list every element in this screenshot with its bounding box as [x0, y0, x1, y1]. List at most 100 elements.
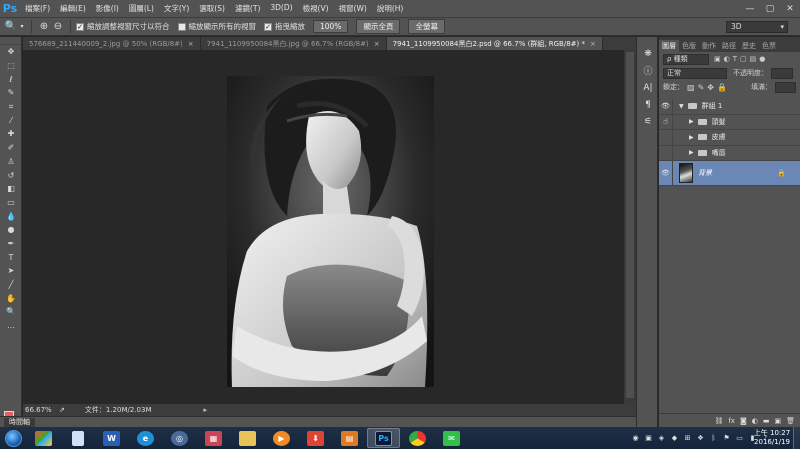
layer-group[interactable]: ▶ 嘴唇 — [659, 145, 800, 161]
menu-item[interactable]: 3D(D) — [265, 3, 297, 14]
gradient-tool-icon[interactable]: ▭ — [0, 196, 22, 210]
type-tool-icon[interactable]: T — [0, 250, 22, 264]
lock-image-icon[interactable]: ✎ — [698, 83, 705, 92]
pixel-filter-icon[interactable]: ▣ — [714, 55, 721, 63]
fill-screen-button[interactable]: 全螢幕 — [408, 19, 445, 34]
new-layer-icon[interactable]: ▣ — [774, 417, 781, 425]
close-tab-icon[interactable]: × — [590, 40, 596, 48]
resize-windows-checkbox[interactable]: ✓ 縮放調整視窗尺寸以符合 — [76, 21, 170, 32]
tab-paths[interactable]: 路徑 — [719, 40, 739, 52]
expand-right-icon[interactable]: ▶ — [689, 134, 694, 141]
eye-hidden-slot[interactable] — [659, 129, 673, 145]
character-icon[interactable]: A| — [637, 79, 659, 96]
marquee-tool-icon[interactable]: ⬚ — [0, 59, 22, 73]
maximize-button[interactable]: ▢ — [760, 0, 780, 17]
layer-background[interactable]: 👁 背景 🔒 — [659, 160, 800, 186]
blend-mode-select[interactable]: 正常 — [663, 67, 727, 79]
hand-tool-icon[interactable]: ✋ — [0, 291, 22, 305]
tab-swatches[interactable]: 色票 — [759, 40, 779, 52]
workspace-select[interactable]: 3D — [726, 21, 788, 33]
scrubby-zoom-checkbox[interactable]: ✓ 拖曳縮放 — [264, 21, 305, 32]
zoom-out-icon[interactable]: ⊖ — [51, 20, 65, 34]
taskbar-app[interactable]: ⬇ — [299, 428, 332, 448]
eye-hidden-slot[interactable] — [659, 145, 673, 161]
photoshop-logo[interactable]: Ps — [0, 0, 20, 17]
menu-item[interactable]: 檔案(F) — [20, 3, 55, 14]
taskbar-app[interactable] — [61, 428, 94, 448]
taskbar-app[interactable] — [231, 428, 264, 448]
menu-item[interactable]: 圖層(L) — [124, 3, 159, 14]
tab-actions[interactable]: 動作 — [699, 40, 719, 52]
tray-app-icon[interactable]: ▣ — [644, 434, 653, 443]
layer-group[interactable]: ☝ ▶ 頭髮 — [659, 114, 800, 130]
more-tools-icon[interactable]: … — [0, 319, 22, 333]
eyedropper-tool-icon[interactable]: ⁄ — [0, 113, 22, 127]
system-clock[interactable]: 上午 10:27 2016/1/19 — [752, 429, 792, 447]
layer-group[interactable]: 👁 ▼ 群組 1 — [659, 98, 800, 115]
fill-field[interactable] — [774, 81, 796, 93]
menu-item[interactable]: 濾鏡(T) — [230, 3, 265, 14]
menu-item[interactable]: 編輯(E) — [55, 3, 91, 14]
healing-brush-tool-icon[interactable]: ✚ — [0, 127, 22, 141]
info-icon[interactable]: ⓘ — [637, 62, 659, 79]
move-tool-icon[interactable]: ✥ — [0, 45, 22, 59]
path-select-tool-icon[interactable]: ➤ — [0, 264, 22, 278]
add-mask-icon[interactable]: ◙ — [740, 417, 747, 425]
shape-filter-icon[interactable]: ▢ — [740, 55, 747, 63]
brush-tool-icon[interactable]: ✐ — [0, 141, 22, 155]
paragraph-icon[interactable]: ¶ — [637, 96, 659, 113]
link-layers-icon[interactable]: ⛓ — [714, 417, 723, 425]
scrollbar-thumb[interactable] — [626, 52, 634, 398]
eye-icon[interactable]: ☝ — [659, 114, 673, 130]
filter-kind-select[interactable]: ρ 種類 — [663, 53, 709, 65]
taskbar-app-photoshop[interactable]: Ps — [367, 428, 400, 448]
minimize-button[interactable]: — — [740, 0, 760, 17]
adjustment-layer-icon[interactable]: ◐ — [752, 417, 758, 425]
clone-stamp-tool-icon[interactable]: ♙ — [0, 155, 22, 169]
zoom-100-button[interactable]: 100% — [313, 20, 349, 33]
taskbar-app[interactable]: ▶ — [265, 428, 298, 448]
menu-item[interactable]: 視窗(W) — [334, 3, 372, 14]
document-canvas-image[interactable] — [227, 76, 434, 387]
history-brush-tool-icon[interactable]: ↺ — [0, 168, 22, 182]
close-tab-icon[interactable]: × — [374, 40, 380, 48]
pen-tool-icon[interactable]: ✒ — [0, 237, 22, 251]
blur-tool-icon[interactable]: 💧 — [0, 209, 22, 223]
crop-tool-icon[interactable]: ⌗ — [0, 100, 22, 114]
new-group-icon[interactable]: ▬ — [763, 417, 770, 425]
adjustment-filter-icon[interactable]: ◐ — [724, 55, 730, 63]
close-tab-icon[interactable]: × — [188, 40, 194, 48]
taskbar-app[interactable]: W — [95, 428, 128, 448]
tab-document[interactable]: 7941_1109950084黑白.jpg @ 66.7% (RGB/8#) × — [201, 37, 387, 50]
taskbar-app[interactable]: e — [129, 428, 162, 448]
zoom-tool-icon[interactable]: 🔍 — [0, 305, 22, 319]
close-button[interactable]: ✕ — [780, 0, 800, 17]
chevron-right-icon[interactable]: ▸ — [203, 406, 207, 414]
lock-all-icon[interactable]: 🔒 — [717, 83, 727, 92]
lock-transparent-icon[interactable]: ▨ — [687, 83, 695, 92]
menu-item[interactable]: 檢視(V) — [298, 3, 334, 14]
expand-right-icon[interactable]: ▶ — [689, 149, 694, 156]
eye-icon[interactable]: 👁 — [659, 98, 673, 114]
lock-position-icon[interactable]: ✥ — [707, 83, 714, 92]
menu-item[interactable]: 說明(H) — [372, 3, 409, 14]
tab-document-active[interactable]: 7941_1109950084黑白2.psd @ 66.7% (群組, RGB/… — [386, 37, 603, 50]
quick-select-tool-icon[interactable]: ✎ — [0, 86, 22, 100]
delete-layer-icon[interactable]: 🗑 — [786, 417, 795, 425]
filter-toggle-icon[interactable]: ● — [759, 55, 765, 63]
show-desktop-button[interactable] — [793, 427, 800, 449]
dodge-tool-icon[interactable]: ● — [0, 223, 22, 237]
menu-item[interactable]: 選取(S) — [194, 3, 230, 14]
navigator-icon[interactable]: ❋ — [637, 45, 659, 62]
tray-app-icon[interactable]: ◆ — [670, 434, 679, 443]
layer-group[interactable]: ▶ 皮膚 — [659, 129, 800, 146]
taskbar-app[interactable]: ▦ — [197, 428, 230, 448]
export-icon[interactable]: ⇗ — [59, 406, 65, 414]
expand-right-icon[interactable]: ▶ — [689, 118, 694, 125]
taskbar-app[interactable]: ▤ — [333, 428, 366, 448]
zoom-tool-icon[interactable]: 🔍 — [4, 20, 18, 34]
layer-style-icon[interactable]: fx — [728, 417, 735, 425]
chevron-down-icon[interactable]: ▾ — [18, 20, 26, 34]
properties-icon[interactable]: ⚟ — [637, 113, 659, 130]
taskbar-app[interactable]: ◎ — [163, 428, 196, 448]
